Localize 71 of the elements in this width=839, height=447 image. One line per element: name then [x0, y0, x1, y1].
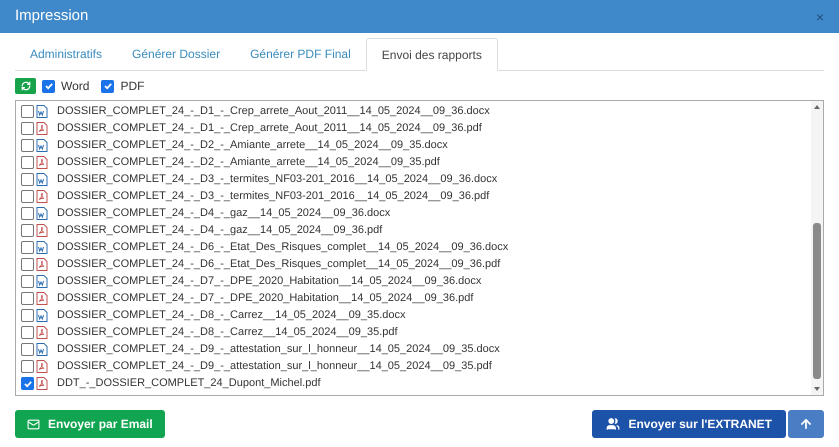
file-checkbox[interactable] — [21, 122, 34, 135]
pdf-document-icon — [36, 360, 48, 373]
file-name: DOSSIER_COMPLET_24_-_D8_-_Carrez__14_05_2024__09_35.docx — [57, 308, 406, 324]
pdf-document-icon — [36, 156, 48, 169]
word-document-icon — [36, 241, 48, 254]
file-name: DOSSIER_COMPLET_24_-_D1_-_Crep_arrete_Aout_2011__14_05_2024__09_36.docx — [57, 104, 490, 120]
file-checkbox[interactable] — [21, 207, 34, 220]
word-document-icon — [36, 309, 48, 322]
file-name: DOSSIER_COMPLET_24_-_D4_-_gaz__14_05_2024__09_36.docx — [57, 206, 390, 222]
file-checkbox[interactable] — [21, 224, 34, 237]
file-checkbox[interactable] — [21, 326, 34, 339]
refresh-button[interactable] — [15, 78, 36, 94]
file-name: DOSSIER_COMPLET_24_-_D3_-_termites_NF03-201_2016__14_05_2024__09_36.docx — [57, 172, 498, 188]
scroll-down-icon[interactable] — [813, 385, 821, 393]
file-name: DOSSIER_COMPLET_24_-_D7_-_DPE_2020_Habitation__14_05_2024__09_36.pdf — [57, 291, 474, 306]
pdf-document-icon — [36, 377, 48, 390]
refresh-icon — [20, 81, 30, 91]
window-title: Impression — [15, 6, 88, 26]
filter-label: Word — [61, 78, 90, 95]
file-checkbox[interactable] — [21, 377, 34, 390]
filter-checkbox[interactable] — [101, 80, 114, 92]
file-checkbox[interactable] — [21, 156, 34, 169]
pdf-document-icon — [36, 258, 48, 271]
users-icon — [606, 417, 620, 431]
file-name: DDT_-_DOSSIER_COMPLET_24_Dupont_Michel.pdf — [57, 376, 321, 392]
word-document-icon — [36, 275, 48, 288]
pdf-document-icon — [36, 326, 48, 339]
file-name: DOSSIER_COMPLET_24_-_D9_-_attestation_sur_l_honneur__14_05_2024__09_35.pdf — [57, 359, 492, 374]
filter-checkbox[interactable] — [42, 80, 55, 92]
file-checkbox[interactable] — [21, 275, 34, 288]
file-name: DOSSIER_COMPLET_24_-_D6_-_Etat_Des_Risques_complet__14_05_2024__09_36.docx — [57, 240, 508, 256]
upload-button[interactable] — [788, 410, 824, 438]
extranet-button[interactable]: Envoyer sur l'EXTRANET — [592, 410, 786, 438]
file-name: DOSSIER_COMPLET_24_-_D7_-_DPE_2020_Habitation__14_05_2024__09_36.docx — [57, 274, 482, 290]
file-checkbox[interactable] — [21, 309, 34, 322]
file-checkbox[interactable] — [21, 105, 34, 118]
file-name: DOSSIER_COMPLET_24_-_D8_-_Carrez__14_05_2024__09_35.pdf — [57, 325, 398, 340]
tab[interactable]: Générer Dossier — [117, 37, 236, 70]
pdf-document-icon — [36, 122, 48, 135]
scrollbar[interactable] — [811, 101, 823, 395]
file-checkbox[interactable] — [21, 139, 34, 152]
tab[interactable]: Envoi des rapports — [366, 38, 498, 71]
file-name: DOSSIER_COMPLET_24_-_D2_-_Amiante_arrete__14_05_2024__09_35.pdf — [57, 155, 440, 170]
word-document-icon — [36, 343, 48, 356]
file-name: DOSSIER_COMPLET_24_-_D6_-_Etat_Des_Risques_complet__14_05_2024__09_36.pdf — [57, 257, 500, 272]
email-button[interactable]: Envoyer par Email — [15, 410, 165, 438]
word-document-icon — [36, 173, 48, 186]
tab[interactable]: Générer PDF Final — [235, 37, 366, 70]
filter-label: PDF — [120, 78, 144, 95]
word-document-icon — [36, 207, 48, 220]
file-checkbox[interactable] — [21, 173, 34, 186]
pdf-document-icon — [36, 292, 48, 305]
file-checkbox[interactable] — [21, 241, 34, 254]
file-checkbox[interactable] — [21, 292, 34, 305]
close-button[interactable]: × — [816, 10, 824, 24]
file-name: DOSSIER_COMPLET_24_-_D9_-_attestation_sur_l_honneur__14_05_2024__09_35.docx — [57, 342, 500, 358]
tab[interactable]: Administratifs — [15, 37, 118, 70]
file-name: DOSSIER_COMPLET_24_-_D3_-_termites_NF03-201_2016__14_05_2024__09_36.pdf — [57, 189, 490, 204]
envelope-icon — [27, 418, 40, 430]
file-name: DOSSIER_COMPLET_24_-_D2_-_Amiante_arrete__14_05_2024__09_35.docx — [57, 138, 448, 154]
file-checkbox[interactable] — [21, 360, 34, 373]
file-name: DOSSIER_COMPLET_24_-_D1_-_Crep_arrete_Aout_2011__14_05_2024__09_36.pdf — [57, 121, 482, 136]
pdf-document-icon — [36, 224, 48, 237]
word-document-icon — [36, 139, 48, 152]
file-checkbox[interactable] — [21, 190, 34, 203]
scroll-up-icon[interactable] — [813, 103, 821, 111]
file-checkbox[interactable] — [21, 343, 34, 356]
pdf-document-icon — [36, 190, 48, 203]
file-checkbox[interactable] — [21, 258, 34, 271]
file-name: DOSSIER_COMPLET_24_-_D4_-_gaz__14_05_2024__09_36.pdf — [57, 223, 382, 238]
word-document-icon — [36, 105, 48, 118]
